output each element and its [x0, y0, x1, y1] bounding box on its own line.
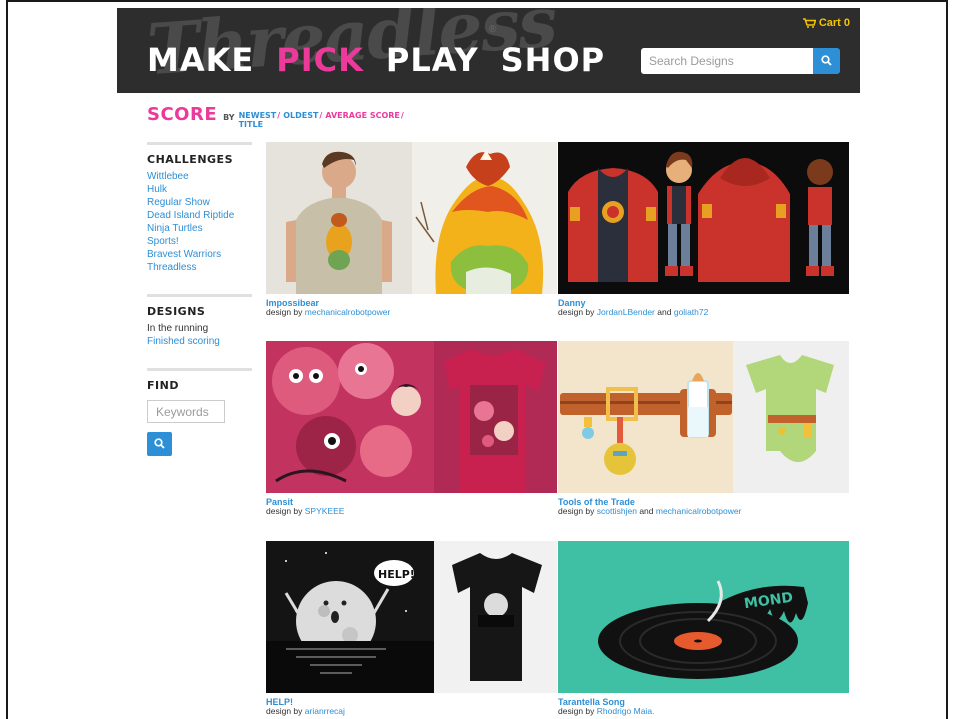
design-image[interactable] — [558, 341, 849, 493]
design-byline: design by JordanLBender and goliath72 — [558, 307, 708, 317]
design-byline: design by mechanicalrobotpower — [266, 307, 390, 317]
challenge-link[interactable]: Wittlebee — [147, 170, 252, 183]
design-byline: design by scottishjen and mechanicalrobo… — [558, 506, 741, 516]
design-image[interactable] — [266, 341, 557, 493]
byline-prefix: design by — [558, 307, 595, 317]
sort-average-score[interactable]: AVERAGE SCORE — [325, 111, 400, 120]
challenge-link[interactable]: Ninja Turtles — [147, 222, 252, 235]
designs-heading: DESIGNS — [147, 305, 206, 318]
challenges-section: CHALLENGES Wittlebee Hulk Regular Show D… — [147, 142, 252, 274]
design-byline: design by SPYKEEE — [266, 506, 344, 516]
design-image[interactable]: HELP! — [266, 541, 557, 693]
header-search — [641, 48, 840, 74]
challenge-link[interactable]: Sports! — [147, 235, 252, 248]
keywords-input[interactable] — [147, 400, 225, 423]
author-link[interactable]: mechanicalrobotpower — [305, 307, 391, 317]
nav-make[interactable]: MAKE — [147, 41, 254, 79]
author-link[interactable]: goliath72 — [674, 307, 709, 317]
challenge-link[interactable]: Threadless — [147, 261, 252, 274]
find-section: FIND — [147, 368, 252, 456]
sort-title-link[interactable]: TITLE — [239, 120, 284, 129]
author-link[interactable]: SPYKEEE — [305, 506, 345, 516]
find-search-button[interactable] — [147, 432, 172, 456]
nav-shop[interactable]: SHOP — [501, 41, 605, 79]
designs-section: DESIGNS In the running Finished scoring — [147, 294, 252, 348]
sort-newest-group: NEWEST / TITLE — [239, 111, 284, 129]
cart-label: Cart 0 — [818, 17, 850, 29]
author-link[interactable]: arianrrecaj — [305, 706, 345, 716]
shopping-cart-icon — [802, 18, 816, 28]
challenge-link[interactable]: Dead Island Riptide — [147, 209, 252, 222]
author-link[interactable]: JordanLBender — [597, 307, 655, 317]
help-bubble-text: HELP! — [378, 568, 415, 581]
challenges-heading: CHALLENGES — [147, 153, 233, 166]
search-button[interactable] — [813, 48, 840, 74]
designs-in-running: In the running — [147, 323, 209, 334]
window-frame-right — [946, 0, 948, 719]
designs-finished-scoring-link[interactable]: Finished scoring — [147, 335, 252, 348]
design-image[interactable] — [558, 142, 849, 294]
sort-bar: SCORE BY NEWEST / TITLE OLDEST / AVERAGE… — [147, 104, 407, 129]
byline-prefix: design by — [558, 506, 595, 516]
sidebar: CHALLENGES Wittlebee Hulk Regular Show D… — [147, 142, 252, 476]
find-heading: FIND — [147, 379, 179, 392]
sort-newest[interactable]: NEWEST — [239, 111, 277, 120]
sort-by-label: BY — [223, 113, 235, 122]
sort-separator: / — [319, 111, 323, 120]
design-image[interactable]: MOND — [558, 541, 849, 693]
nav-pick[interactable]: PICK — [276, 41, 364, 79]
byline-prefix: design by — [266, 506, 303, 516]
logo-registered-mark: ® — [489, 24, 497, 35]
sort-oldest[interactable]: OLDEST — [283, 111, 318, 120]
nav-play[interactable]: PLAY — [386, 41, 479, 79]
window-frame-left — [6, 0, 8, 719]
design-image[interactable] — [266, 142, 557, 294]
byline-joiner: and — [639, 506, 654, 516]
byline-joiner: and — [657, 307, 672, 317]
sort-title: SCORE — [147, 104, 218, 125]
cart-link[interactable]: Cart 0 — [802, 17, 850, 29]
search-icon — [154, 437, 165, 452]
challenge-link[interactable]: Hulk — [147, 183, 252, 196]
byline-prefix: design by — [558, 706, 595, 716]
byline-prefix: design by — [266, 307, 303, 317]
author-link[interactable]: scottishjen — [597, 506, 637, 516]
author-link[interactable]: Rhodrigo Maia. — [597, 706, 655, 716]
byline-prefix: design by — [266, 706, 303, 716]
design-byline: design by arianrrecaj — [266, 706, 345, 716]
design-byline: design by Rhodrigo Maia. — [558, 706, 654, 716]
sort-separator: / — [277, 111, 281, 120]
author-link[interactable]: mechanicalrobotpower — [656, 506, 742, 516]
window-frame-top — [6, 0, 948, 2]
sort-options: NEWEST / TITLE OLDEST / AVERAGE SCORE / — [239, 111, 407, 129]
search-input[interactable] — [641, 48, 813, 74]
challenge-link[interactable]: Bravest Warriors — [147, 248, 252, 261]
challenge-link[interactable]: Regular Show — [147, 196, 252, 209]
sort-separator: / — [400, 111, 404, 120]
search-icon — [821, 54, 832, 69]
site-header: Threadless ® MAKE PICK PLAY SHOP Cart 0 — [117, 8, 860, 93]
main-nav: MAKE PICK PLAY SHOP — [147, 41, 627, 79]
